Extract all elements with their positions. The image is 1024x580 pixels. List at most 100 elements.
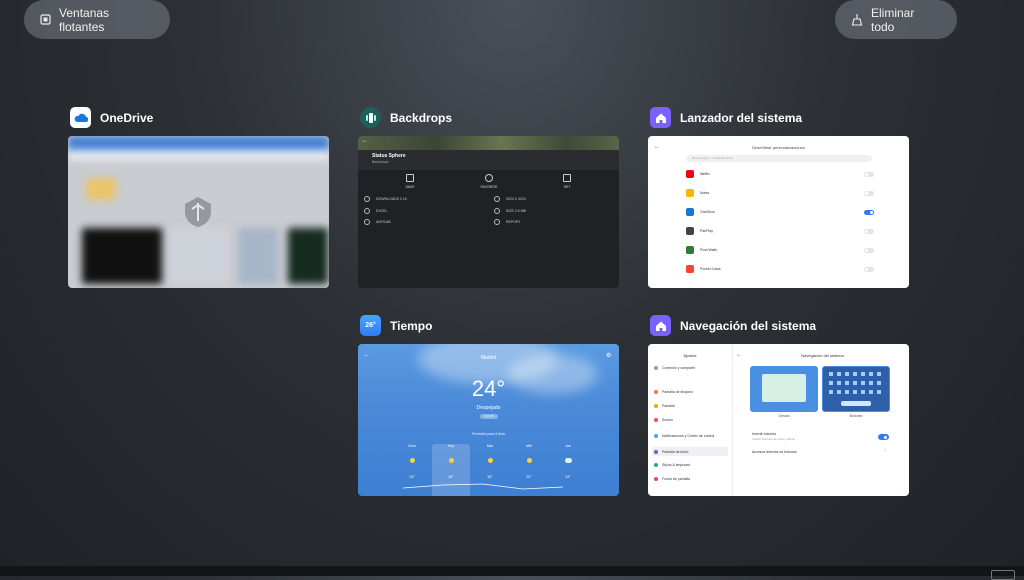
app-icon — [686, 265, 694, 273]
cloud-icon — [564, 458, 572, 463]
sun-icon — [526, 458, 532, 463]
app-icon — [686, 246, 694, 254]
clear-all-label: Eliminar todo — [871, 5, 915, 34]
navigation-page-title: Navegación del sistema — [801, 353, 844, 358]
sidebar-item-selected[interactable]: Pantalla de inicio — [652, 447, 728, 456]
home-icon — [650, 107, 671, 128]
report-icon — [494, 219, 500, 225]
temperature-trend-line — [402, 483, 564, 490]
list-item[interactable]: Netflix — [686, 168, 874, 180]
card-title-launcher[interactable]: Lanzador del sistema — [650, 107, 802, 128]
author-icon — [364, 219, 370, 225]
list-item[interactable]: OneDrive — [686, 206, 874, 218]
sidebar-item[interactable]: Notificaciones y Centro de control — [652, 430, 728, 442]
thumbnail-weather[interactable]: ← ⚙ Madrid 24° Despejado AQI 35 Previsió… — [358, 344, 619, 496]
card-title-backdrops[interactable]: Backdrops — [360, 107, 452, 128]
info-row: DOWNLOADS 2.1K — [364, 196, 407, 202]
button-shortcuts-row[interactable]: Accesos directos de botones — [752, 450, 797, 454]
chevron-right-icon: › — [884, 448, 886, 454]
sidebar-item[interactable]: Fondo de pantalla — [652, 474, 728, 483]
wallpaper-title: Status Sphere — [372, 153, 406, 159]
sidebar-item[interactable]: Sonido — [652, 415, 728, 424]
list-item[interactable]: Pocket Casts — [686, 263, 874, 275]
thumbnail-launcher[interactable]: ← Deseñhear personalizaciones Buscar app… — [648, 136, 909, 288]
download-icon — [406, 174, 414, 182]
toggle-switch[interactable] — [864, 247, 874, 253]
home-icon — [650, 315, 671, 336]
privacy-shield-icon — [185, 197, 211, 227]
launcher-screen-title: Deseñhear personalizaciones — [752, 145, 805, 150]
back-arrow-icon: ← — [362, 138, 368, 144]
sun-icon — [487, 458, 493, 463]
info-row: EXCEL — [364, 208, 387, 214]
onedrive-cloud-icon — [70, 107, 91, 128]
sun-icon — [448, 458, 454, 463]
thumbnail-backdrops[interactable]: ← Status Sphere Backdrops SAVE FAVORITE … — [358, 136, 619, 288]
thumbnail-onedrive[interactable] — [68, 136, 329, 288]
app-icon — [686, 208, 694, 216]
invert-buttons-row[interactable]: Invertir botones Invertir botones de inic… — [752, 432, 795, 441]
weather-app-icon: 26° — [360, 315, 381, 336]
card-label-backdrops: Backdrops — [390, 110, 453, 125]
current-temperature: 24° — [471, 376, 506, 401]
backdrops-icon — [360, 107, 381, 128]
sidebar-item[interactable]: Conexión y compartir — [652, 363, 728, 372]
save-action[interactable]: SAVE — [395, 174, 425, 189]
toggle-switch[interactable] — [864, 228, 874, 234]
buttons-label: Botones — [849, 414, 863, 418]
floating-windows-label: Ventanas flotantes — [59, 5, 110, 34]
forecast-label[interactable]: Previsión para 5 días — [358, 432, 619, 436]
resolution-icon — [494, 196, 500, 202]
settings-sidebar: Ajustes Conexión y compartir Pantalla de… — [648, 344, 733, 496]
sun-icon — [409, 458, 415, 463]
search-input[interactable]: Buscar apps o configuraciones — [686, 155, 872, 162]
app-icon — [686, 227, 694, 235]
card-label-onedrive: OneDrive — [100, 110, 154, 125]
set-action[interactable]: SET — [552, 174, 582, 189]
app-grid-preview — [829, 372, 881, 406]
toggle-switch[interactable] — [864, 190, 874, 196]
air-quality-badge: AQI 35 — [480, 414, 498, 419]
city-name: Madrid — [480, 355, 497, 361]
gestures-label: Gestos — [778, 414, 790, 418]
info-row: ANTILAB — [364, 219, 391, 225]
card-title-navigation[interactable]: Navegación del sistema — [650, 315, 816, 336]
app-icon — [686, 189, 694, 197]
weather-condition: Despejado — [476, 405, 501, 411]
card-title-onedrive[interactable]: OneDrive — [70, 107, 153, 128]
card-label-weather: Tiempo — [390, 318, 433, 333]
size-icon — [494, 208, 500, 214]
toggle-switch[interactable] — [864, 266, 874, 272]
sidebar-item[interactable]: Stylus & keyboard — [652, 460, 728, 469]
toggle-switch[interactable] — [864, 171, 874, 177]
corner-button[interactable] — [991, 570, 1015, 580]
list-item[interactable]: PairPlay — [686, 225, 874, 237]
card-title-weather[interactable]: 26° Tiempo — [360, 315, 432, 336]
card-label-navigation: Navegación del sistema — [680, 318, 817, 333]
toggle-switch[interactable] — [864, 209, 874, 215]
info-row: SIZE 2.6 MB — [494, 208, 526, 214]
info-row: 3024 X 3024 — [494, 196, 526, 202]
sidebar-item[interactable]: Pantalla — [652, 401, 728, 410]
gestures-option[interactable] — [750, 366, 818, 412]
category-icon — [364, 208, 370, 214]
buttons-option[interactable] — [822, 366, 890, 412]
heart-icon — [485, 174, 493, 182]
sidebar-item[interactable]: Pantalla de bloqueo — [652, 387, 728, 396]
sidebar-title: Ajustes — [683, 353, 697, 358]
clear-all-button[interactable]: Eliminar todo — [835, 0, 957, 39]
wallpaper-subtitle: Backdrops — [372, 160, 389, 164]
list-item[interactable]: Notes — [686, 187, 874, 199]
floating-window-icon — [40, 14, 51, 25]
card-label-launcher: Lanzador del sistema — [680, 110, 803, 125]
invert-buttons-toggle[interactable] — [878, 434, 889, 440]
thumbnail-navigation[interactable]: Ajustes Conexión y compartir Pantalla de… — [648, 344, 909, 496]
bottom-bar — [0, 566, 1024, 576]
download-count-icon — [364, 196, 370, 202]
favorite-action[interactable]: FAVORITE — [474, 174, 504, 189]
info-row[interactable]: REPORT — [494, 219, 521, 225]
app-icon — [686, 170, 694, 178]
list-item[interactable]: Pixel Walls — [686, 244, 874, 256]
floating-windows-button[interactable]: Ventanas flotantes — [24, 0, 170, 39]
broom-icon — [851, 14, 863, 26]
